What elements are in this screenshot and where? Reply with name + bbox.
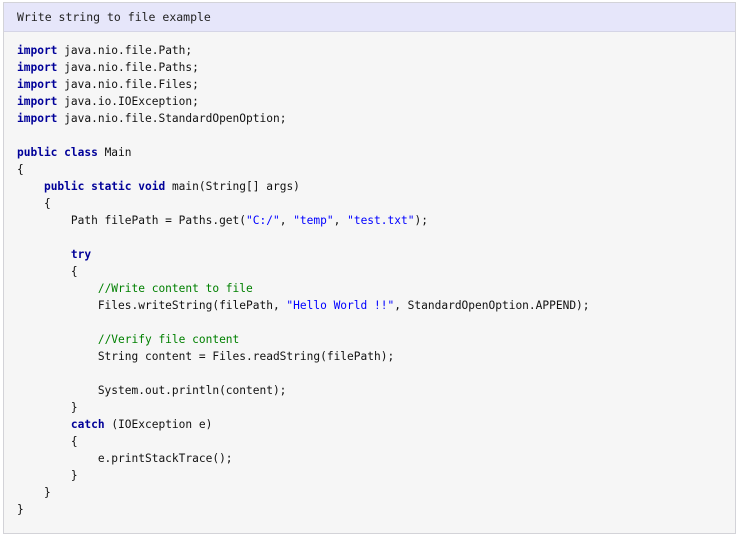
code-line: //Verify file content [17, 331, 735, 348]
code-keyword: import [17, 78, 58, 91]
code-line: e.printStackTrace(); [17, 450, 735, 467]
code-string: "C:/" [246, 214, 280, 227]
code-text: (IOException e) [104, 418, 213, 431]
code-text: java.nio.file.Files; [57, 78, 199, 91]
code-block-title: Write string to file example [4, 3, 735, 32]
code-line: { [17, 195, 735, 212]
code-line: { [17, 433, 735, 450]
code-text: Path filePath = Paths.get( [17, 214, 247, 227]
code-line: { [17, 161, 735, 178]
code-block: Write string to file example import java… [3, 2, 736, 534]
code-body[interactable]: import java.nio.file.Path; import java.ni… [4, 32, 735, 518]
code-string: "Hello World !!" [286, 299, 395, 312]
code-keyword: public static void [43, 180, 166, 193]
code-keyword: import [17, 61, 58, 74]
code-text: main(String[] args) [165, 180, 300, 193]
code-line: Path filePath = Paths.get("C:/", "temp",… [17, 212, 735, 229]
code-comment: //Verify file content [97, 333, 240, 346]
code-text: , [279, 214, 294, 227]
code-line: //Write content to file [17, 280, 735, 297]
code-text: { [17, 197, 51, 210]
code-string: "temp" [293, 214, 334, 227]
code-line: } [17, 467, 735, 484]
code-line: public class Main [17, 144, 735, 161]
code-keyword: try [70, 248, 92, 261]
code-line: System.out.println(content); [17, 382, 735, 399]
code-text: String content = Files.readString(filePa… [17, 350, 395, 363]
code-keyword: catch [70, 418, 105, 431]
code-text: Files.writeString(filePath, [17, 299, 287, 312]
code-line: } [17, 484, 735, 501]
code-text: } [17, 401, 78, 414]
code-text: } [17, 503, 24, 516]
code-text: { [17, 265, 78, 278]
code-keyword: import [17, 112, 58, 125]
code-text: , [333, 214, 348, 227]
code-text: { [17, 435, 78, 448]
code-text: , StandardOpenOption.APPEND); [394, 299, 590, 312]
code-text: java.io.IOException; [57, 95, 199, 108]
code-keyword: import [17, 95, 58, 108]
code-text: Main [97, 146, 132, 159]
code-keyword: public class [17, 146, 98, 159]
code-string: "test.txt" [347, 214, 415, 227]
code-text: } [17, 486, 51, 499]
code-text: java.nio.file.Paths; [57, 61, 199, 74]
code-text: { [17, 163, 24, 176]
code-comment: //Write content to file [97, 282, 253, 295]
code-line: try [17, 246, 735, 263]
code-line: catch (IOException e) [17, 416, 735, 433]
code-text: e.printStackTrace(); [17, 452, 233, 465]
code-text: ); [414, 214, 428, 227]
code-line: } [17, 501, 735, 518]
code-line: public static void main(String[] args) [17, 178, 735, 195]
code-line: } [17, 399, 735, 416]
code-line: import java.nio.file.Files; [17, 76, 735, 93]
code-keyword: import [17, 44, 58, 57]
code-line: import java.nio.file.Path; [17, 42, 735, 59]
code-text: } [17, 469, 78, 482]
code-line: import java.nio.file.Paths; [17, 59, 735, 76]
code-text: java.nio.file.StandardOpenOption; [57, 112, 287, 125]
code-text: System.out.println(content); [17, 384, 287, 397]
code-line: { [17, 263, 735, 280]
code-line: import java.nio.file.StandardOpenOption; [17, 110, 735, 127]
code-line: Files.writeString(filePath, "Hello World… [17, 297, 735, 314]
code-text: java.nio.file.Path; [57, 44, 193, 57]
code-line: import java.io.IOException; [17, 93, 735, 110]
code-line: String content = Files.readString(filePa… [17, 348, 735, 365]
